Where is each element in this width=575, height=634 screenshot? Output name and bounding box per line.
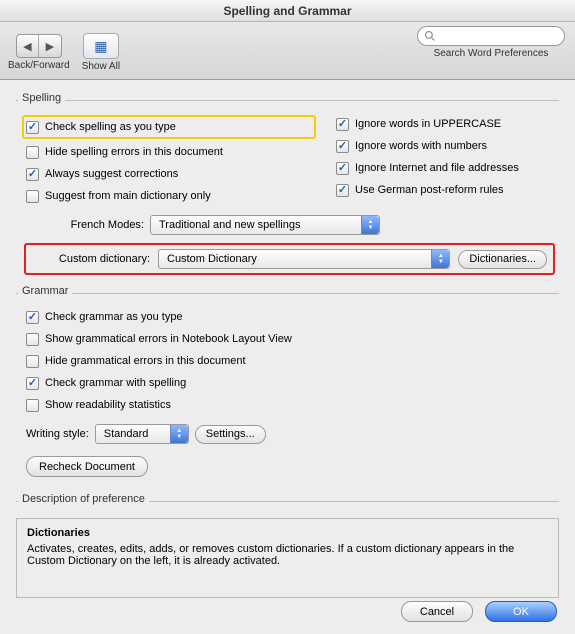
grammar-with-spelling-label: Check grammar with spelling <box>45 377 186 389</box>
writing-style-value: Standard <box>104 428 149 440</box>
writing-style-select[interactable]: Standard ▲▼ <box>95 424 189 444</box>
hide-grammar-errors-checkbox[interactable] <box>26 355 39 368</box>
show-notebook-label: Show grammatical errors in Notebook Layo… <box>45 333 292 345</box>
french-modes-select[interactable]: Traditional and new spellings ▲▼ <box>150 215 380 235</box>
description-title: Dictionaries <box>27 527 548 539</box>
hide-grammar-errors-label: Hide grammatical errors in this document <box>45 355 246 367</box>
chevron-updown-icon: ▲▼ <box>431 250 449 268</box>
back-forward-buttons[interactable]: ◀ ▶ <box>16 34 62 58</box>
check-spelling-label: Check spelling as you type <box>45 121 176 133</box>
forward-icon[interactable]: ▶ <box>39 35 61 57</box>
ignore-numbers-label: Ignore words with numbers <box>355 140 487 152</box>
dialog-footer: Cancel OK <box>401 601 557 622</box>
show-all-group: ▦ Show All <box>82 33 120 72</box>
search-icon <box>424 30 436 42</box>
hide-spelling-errors-checkbox[interactable] <box>26 146 39 159</box>
check-grammar-checkbox[interactable] <box>26 311 39 324</box>
suggest-main-only-checkbox[interactable] <box>26 190 39 203</box>
always-suggest-checkbox[interactable] <box>26 168 39 181</box>
custom-dict-label: Custom dictionary: <box>32 253 150 265</box>
settings-button[interactable]: Settings... <box>195 425 266 444</box>
recheck-document-button[interactable]: Recheck Document <box>26 456 148 477</box>
search-input[interactable] <box>417 26 565 46</box>
spelling-legend: Spelling <box>18 92 65 104</box>
hide-spelling-errors-label: Hide spelling errors in this document <box>45 146 223 158</box>
readability-checkbox[interactable] <box>26 399 39 412</box>
show-all-label: Show All <box>82 61 120 72</box>
german-rules-checkbox[interactable] <box>336 184 349 197</box>
french-modes-label: French Modes: <box>54 219 144 231</box>
back-forward-label: Back/Forward <box>8 60 70 71</box>
description-box: Dictionaries Activates, creates, edits, … <box>16 518 559 598</box>
custom-dict-select[interactable]: Custom Dictionary ▲▼ <box>158 249 450 269</box>
description-body: Activates, creates, edits, adds, or remo… <box>27 543 548 567</box>
grammar-legend: Grammar <box>18 285 72 297</box>
writing-style-label: Writing style: <box>26 428 89 440</box>
ignore-uppercase-label: Ignore words in UPPERCASE <box>355 118 501 130</box>
chevron-updown-icon: ▲▼ <box>170 425 188 443</box>
highlight-custom-dictionary: Custom dictionary: Custom Dictionary ▲▼ … <box>24 243 555 275</box>
german-rules-label: Use German post-reform rules <box>355 184 504 196</box>
check-grammar-label: Check grammar as you type <box>45 311 183 323</box>
spelling-fieldset: Spelling Check spelling as you type Hide… <box>16 100 559 281</box>
description-legend: Description of preference <box>18 493 149 505</box>
ignore-numbers-checkbox[interactable] <box>336 140 349 153</box>
ok-button[interactable]: OK <box>485 601 557 622</box>
cancel-button[interactable]: Cancel <box>401 601 473 622</box>
chevron-updown-icon: ▲▼ <box>361 216 379 234</box>
grammar-with-spelling-checkbox[interactable] <box>26 377 39 390</box>
ignore-internet-label: Ignore Internet and file addresses <box>355 162 519 174</box>
ignore-uppercase-checkbox[interactable] <box>336 118 349 131</box>
show-all-button[interactable]: ▦ <box>83 33 119 59</box>
back-forward-group: ◀ ▶ Back/Forward <box>8 34 70 71</box>
always-suggest-label: Always suggest corrections <box>45 168 178 180</box>
search-label: Search Word Preferences <box>417 48 565 59</box>
window-title: Spelling and Grammar <box>0 0 575 22</box>
description-fieldset: Description of preference Dictionaries A… <box>16 501 559 598</box>
dictionaries-button[interactable]: Dictionaries... <box>458 250 547 269</box>
highlight-check-spelling: Check spelling as you type <box>22 115 316 139</box>
show-notebook-checkbox[interactable] <box>26 333 39 346</box>
suggest-main-only-label: Suggest from main dictionary only <box>45 190 211 202</box>
search-group: Search Word Preferences <box>417 26 565 59</box>
toolbar: ◀ ▶ Back/Forward ▦ Show All Search Word … <box>0 22 575 80</box>
ignore-internet-checkbox[interactable] <box>336 162 349 175</box>
custom-dict-value: Custom Dictionary <box>167 253 257 265</box>
readability-label: Show readability statistics <box>45 399 171 411</box>
french-modes-value: Traditional and new spellings <box>159 219 300 231</box>
check-spelling-checkbox[interactable] <box>26 121 39 134</box>
back-icon[interactable]: ◀ <box>17 35 39 57</box>
grammar-fieldset: Grammar Check grammar as you type Show g… <box>16 293 559 483</box>
grid-icon: ▦ <box>94 38 107 55</box>
